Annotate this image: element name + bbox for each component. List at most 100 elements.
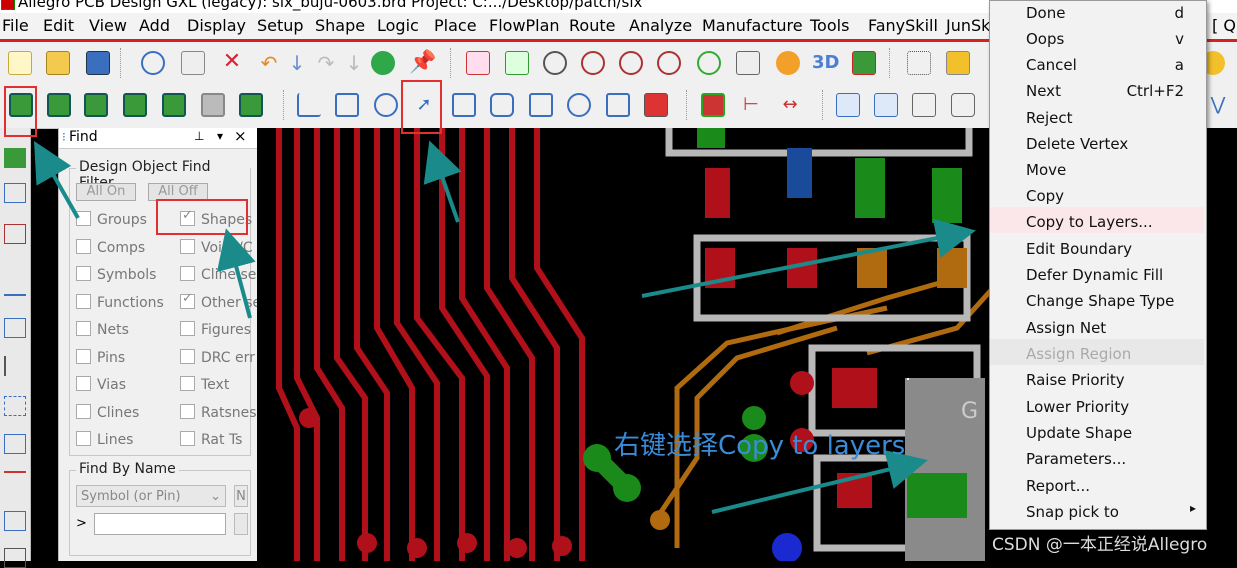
menu-edit[interactable]: Edit [43, 16, 74, 35]
rectangle-tool-icon[interactable] [335, 93, 359, 117]
move-icon[interactable] [141, 51, 165, 75]
zoom-out-icon[interactable] [657, 51, 681, 75]
menu-route[interactable]: Route [569, 16, 615, 35]
color-palette-icon[interactable] [946, 51, 970, 75]
checkbox[interactable] [76, 431, 91, 446]
filter-functions[interactable]: Functions [76, 294, 164, 311]
new-file-icon[interactable] [8, 51, 32, 75]
filter-text[interactable]: Text [180, 376, 229, 393]
find-by-name-select[interactable]: Symbol (or Pin) ⌄ [76, 485, 226, 507]
checkbox[interactable] [180, 431, 195, 446]
menu-file[interactable]: File [2, 16, 29, 35]
shape-rectangle-icon[interactable] [47, 93, 71, 117]
shape-void-icon[interactable] [452, 93, 476, 117]
grid-toggle-icon[interactable] [907, 51, 931, 75]
property-icon[interactable] [4, 548, 26, 568]
zoom-in-icon[interactable] [619, 51, 643, 75]
delete-icon[interactable]: ✕ [220, 51, 244, 75]
open-folder-icon[interactable] [46, 51, 70, 75]
checkbox[interactable] [76, 211, 91, 226]
checkbox[interactable] [76, 376, 91, 391]
ctx-change-shape-type[interactable]: Change Shape Type [1026, 292, 1174, 310]
name-option-button[interactable]: N [234, 485, 248, 507]
ctx-next[interactable]: Next [1026, 82, 1061, 100]
menu-junskill[interactable]: JunSk [946, 16, 990, 35]
close-icon[interactable]: × [234, 127, 247, 145]
bus-route-icon[interactable] [4, 471, 26, 491]
filter-cline-segs[interactable]: Cline se [180, 266, 256, 283]
panel-menu-icon[interactable]: ▾ [217, 129, 223, 143]
ctx-copy[interactable]: Copy [1026, 187, 1064, 205]
fanout-icon[interactable] [4, 318, 26, 338]
checkbox[interactable] [180, 266, 195, 281]
checkbox[interactable] [180, 321, 195, 336]
menu-analyze[interactable]: Analyze [629, 16, 692, 35]
green-bubble-icon[interactable] [371, 51, 395, 75]
menu-setup[interactable]: Setup [257, 16, 304, 35]
ctx-delete-vertex[interactable]: Delete Vertex [1026, 135, 1128, 153]
line-tool-icon[interactable] [297, 93, 321, 117]
measure-icon[interactable]: ⊢ [739, 93, 763, 117]
filter-pins[interactable]: Pins [76, 349, 125, 366]
shape-circle-icon[interactable] [84, 93, 108, 117]
ctx-assign-net[interactable]: Assign Net [1026, 319, 1106, 337]
ctx-copy-to-layers[interactable]: Copy to Layers... [1026, 213, 1153, 231]
zoom-previous-icon[interactable] [697, 51, 721, 75]
component-tool-icon[interactable] [4, 183, 26, 203]
pin-icon[interactable]: ⊥ [194, 129, 204, 143]
filter-nets[interactable]: Nets [76, 321, 129, 338]
menu-fanyskill[interactable]: FanySkill [868, 16, 938, 35]
ctx-cancel[interactable]: Cancel [1026, 56, 1077, 74]
filter-vias[interactable]: Vias [76, 376, 126, 393]
menu-view[interactable]: View [89, 16, 127, 35]
zoom-window-icon[interactable] [581, 51, 605, 75]
checkbox[interactable] [76, 321, 91, 336]
void-rect-icon[interactable] [529, 93, 553, 117]
shape-select-icon[interactable] [123, 93, 147, 117]
ctx-defer-dynamic-fill[interactable]: Defer Dynamic Fill [1026, 266, 1163, 284]
ctx-raise-priority[interactable]: Raise Priority [1026, 371, 1125, 389]
flip-board-icon[interactable] [852, 51, 876, 75]
diff-pair-icon[interactable] [4, 396, 26, 416]
dimension-icon[interactable] [701, 93, 725, 117]
ctx-report[interactable]: Report... [1026, 477, 1090, 495]
ctx-update-shape[interactable]: Update Shape [1026, 424, 1132, 442]
checkbox[interactable] [180, 376, 195, 391]
filter-figures[interactable]: Figures [180, 321, 251, 338]
menu-quick-search[interactable]: [ Q [1212, 16, 1236, 35]
filter-lines[interactable]: Lines [76, 431, 133, 448]
zoom-fit-icon[interactable] [543, 51, 567, 75]
shape-edit-boundary-icon[interactable] [239, 93, 263, 117]
measure-horizontal-icon[interactable]: ↔ [778, 93, 802, 117]
undo-icon[interactable]: ↶ [257, 51, 281, 75]
menu-manufacture[interactable]: Manufacture [702, 16, 803, 35]
route-icon[interactable]: ⋁ [1206, 93, 1230, 117]
save-icon[interactable] [86, 51, 110, 75]
menu-display[interactable]: Display [187, 16, 246, 35]
panel-grip[interactable]: ⁝ [62, 130, 66, 144]
arrow-route-icon[interactable] [4, 434, 26, 454]
checkbox[interactable] [76, 294, 91, 309]
edit-void-icon[interactable] [606, 93, 630, 117]
circle-tool-icon[interactable] [374, 93, 398, 117]
checkbox[interactable] [180, 404, 195, 419]
menu-flowplan[interactable]: FlowPlan [489, 16, 560, 35]
menu-add[interactable]: Add [139, 16, 170, 35]
filter-groups[interactable]: Groups [76, 211, 147, 228]
down-arrow-icon[interactable]: ↓ [285, 51, 309, 75]
camera-icon[interactable] [951, 93, 975, 117]
void-element-icon[interactable] [567, 93, 591, 117]
ctx-done[interactable]: Done [1026, 4, 1065, 22]
find-by-name-input[interactable] [94, 513, 226, 535]
ctx-edit-boundary[interactable]: Edit Boundary [1026, 240, 1132, 258]
checkbox-checked[interactable] [180, 291, 195, 309]
ctx-oops[interactable]: Oops [1026, 30, 1064, 48]
grid-red-icon[interactable] [466, 51, 490, 75]
checkbox[interactable] [76, 349, 91, 364]
menu-tools[interactable]: Tools [810, 16, 849, 35]
wave-tool-icon[interactable] [4, 356, 26, 376]
wrench-icon[interactable] [912, 93, 936, 117]
route-step-icon[interactable] [4, 276, 26, 296]
menu-place[interactable]: Place [434, 16, 477, 35]
ctx-parameters[interactable]: Parameters... [1026, 450, 1126, 468]
